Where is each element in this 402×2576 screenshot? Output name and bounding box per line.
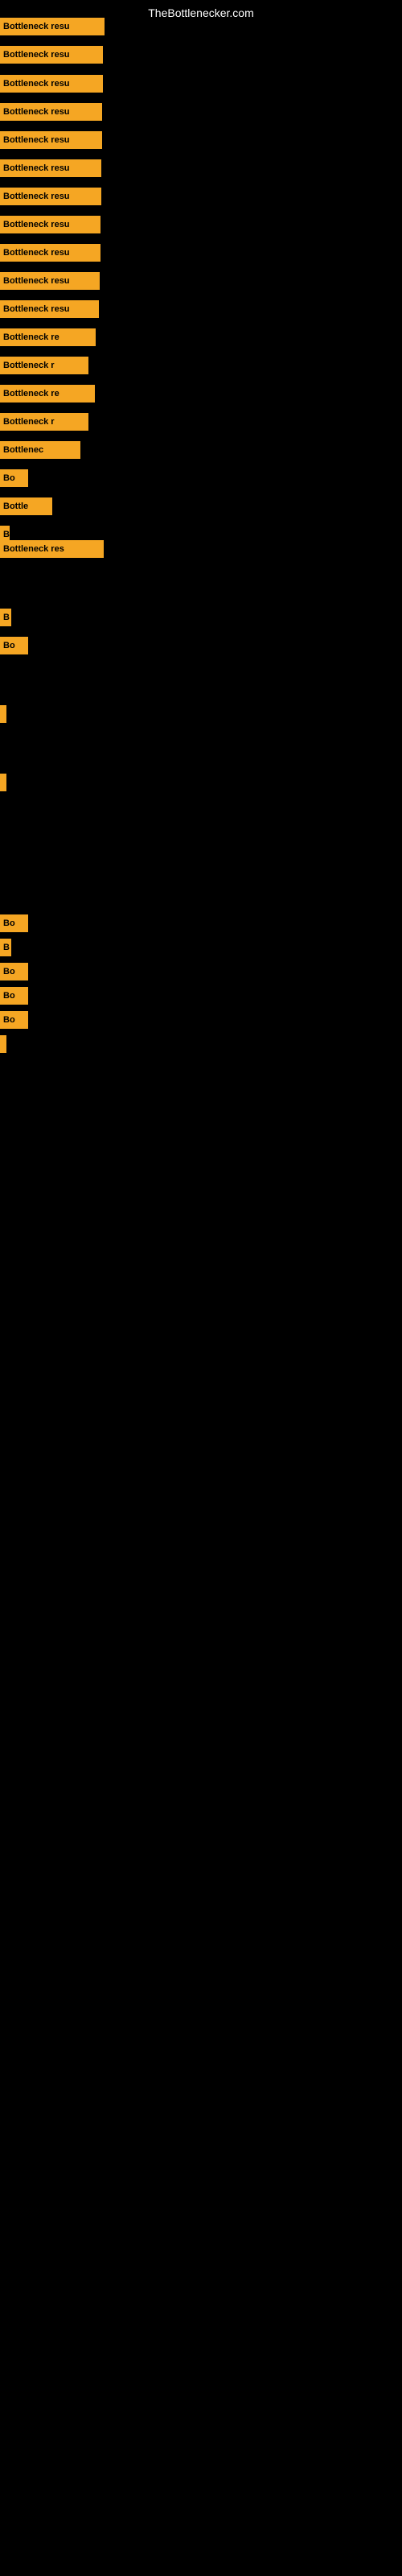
bar-item: Bottleneck r	[0, 413, 88, 431]
bar-label: Bottleneck res	[0, 540, 104, 558]
bar-label: Bottleneck re	[0, 385, 95, 402]
bar-label: Bo	[0, 469, 28, 487]
bar-item: Bottleneck resu	[0, 159, 101, 177]
bar-label: Bottleneck resu	[0, 272, 100, 290]
bar-label: B	[0, 939, 11, 956]
bar-label: Bo	[0, 637, 28, 654]
bar-label: Bo	[0, 914, 28, 932]
bar-item: Bottle	[0, 497, 52, 515]
bar-item: Bottleneck resu	[0, 188, 101, 205]
bar-label: Bottleneck resu	[0, 131, 102, 149]
bar-item: Bo	[0, 637, 28, 654]
bar-item: Bo	[0, 1011, 28, 1029]
bar-label	[0, 774, 6, 791]
bar-item	[0, 1035, 6, 1053]
bar-item	[0, 705, 6, 723]
bar-item	[0, 774, 6, 791]
bar-item: Bottleneck resu	[0, 216, 100, 233]
bar-item: Bottleneck resu	[0, 272, 100, 290]
bar-label: Bo	[0, 1011, 28, 1029]
bar-label: Bottleneck resu	[0, 244, 100, 262]
bar-label: Bo	[0, 987, 28, 1005]
bar-label: Bottleneck r	[0, 413, 88, 431]
bar-item: B	[0, 609, 11, 626]
bar-label: Bottleneck resu	[0, 188, 101, 205]
bar-label: Bottlenec	[0, 441, 80, 459]
bar-label: Bottleneck resu	[0, 75, 103, 93]
bar-item: Bottleneck re	[0, 385, 95, 402]
bar-label: B	[0, 609, 11, 626]
bar-label	[0, 705, 6, 723]
bar-item: B	[0, 939, 11, 956]
bar-item: Bottleneck resu	[0, 103, 102, 121]
bar-item: Bo	[0, 963, 28, 980]
bar-label: Bottleneck re	[0, 328, 96, 346]
bar-item: Bottleneck resu	[0, 300, 99, 318]
bar-item: Bottlenec	[0, 441, 80, 459]
bar-label: Bottleneck resu	[0, 46, 103, 64]
bar-item: Bo	[0, 914, 28, 932]
bar-item: Bo	[0, 469, 28, 487]
bar-item: Bottleneck res	[0, 540, 104, 558]
bar-item: Bottleneck resu	[0, 75, 103, 93]
bar-label: Bottleneck resu	[0, 18, 105, 35]
bar-label: Bottleneck r	[0, 357, 88, 374]
bar-label: Bottleneck resu	[0, 159, 101, 177]
bar-item: Bo	[0, 987, 28, 1005]
bar-label: Bottleneck resu	[0, 103, 102, 121]
bar-item: Bottleneck re	[0, 328, 96, 346]
bar-label: Bottle	[0, 497, 52, 515]
bar-item: Bottleneck resu	[0, 244, 100, 262]
bar-label	[0, 1035, 6, 1053]
bar-item: Bottleneck resu	[0, 131, 102, 149]
bar-label: Bo	[0, 963, 28, 980]
bar-item: Bottleneck resu	[0, 46, 103, 64]
bar-label: Bottleneck resu	[0, 216, 100, 233]
bar-item: Bottleneck resu	[0, 18, 105, 35]
bar-label: Bottleneck resu	[0, 300, 99, 318]
bar-item: Bottleneck r	[0, 357, 88, 374]
